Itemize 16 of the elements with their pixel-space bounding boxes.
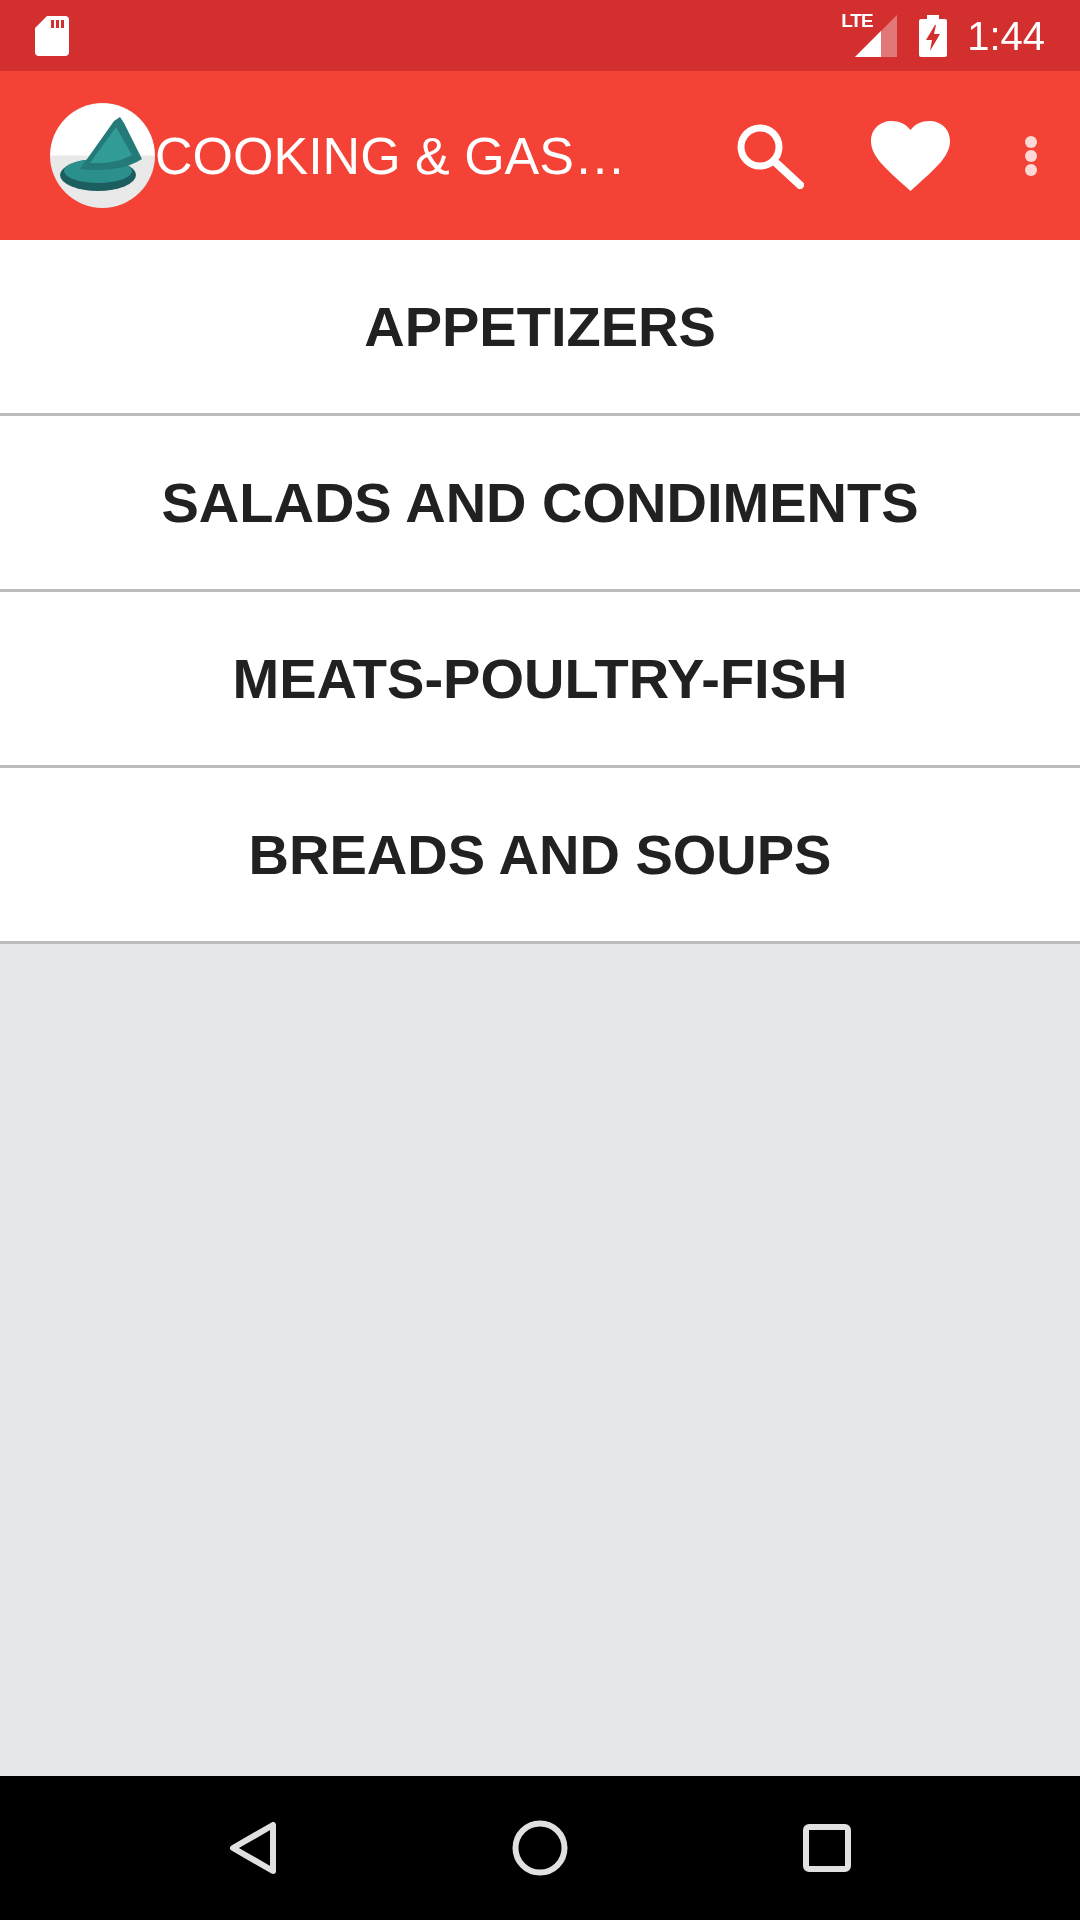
app-title: COOKING & GAS… [155, 129, 626, 182]
more-options-icon[interactable] [1024, 134, 1038, 177]
heart-icon[interactable] [871, 120, 950, 191]
category-item[interactable]: MEATS-POULTRY-FISH [0, 592, 1080, 768]
category-item[interactable]: BREADS AND SOUPS [0, 768, 1080, 944]
back-icon[interactable] [229, 1821, 277, 1875]
search-icon[interactable] [736, 122, 804, 189]
category-item[interactable]: APPETIZERS [0, 240, 1080, 416]
network-type-label: LTE [841, 10, 873, 30]
recents-icon[interactable] [803, 1824, 851, 1872]
home-icon[interactable] [512, 1820, 568, 1876]
category-item[interactable]: SALADS AND CONDIMENTS [0, 416, 1080, 592]
tagine-icon [50, 103, 155, 208]
clock-time: 1:44 [967, 15, 1045, 56]
battery-charging-icon [919, 14, 948, 57]
sd-card-icon [35, 15, 69, 56]
